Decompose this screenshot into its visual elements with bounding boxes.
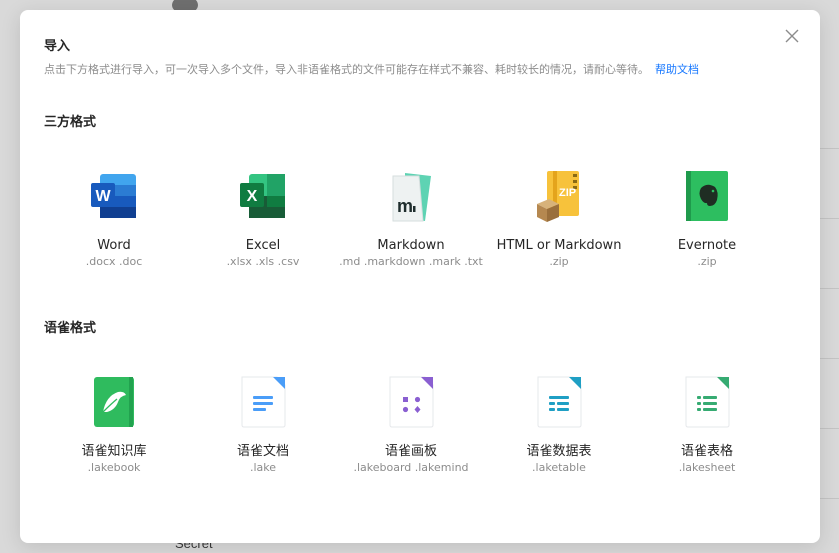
item-name: Word	[97, 238, 131, 253]
lakesheet-icon	[677, 372, 737, 432]
import-word[interactable]: W Word .docx .doc	[39, 166, 189, 268]
item-ext: .zip	[549, 255, 569, 268]
item-name: 语雀画板	[384, 444, 437, 459]
item-name: Excel	[245, 238, 281, 253]
description-text: 点击下方格式进行导入，可一次导入多个文件，导入非语雀格式的文件可能存在样式不兼容…	[44, 63, 649, 76]
help-doc-link[interactable]: 帮助文档	[655, 63, 699, 76]
item-ext: .xlsx .xls .csv	[226, 255, 300, 268]
item-name: HTML or Markdown	[496, 238, 622, 253]
dialog-title: 导入	[44, 39, 71, 54]
background-divider	[819, 428, 839, 429]
excel-icon: X	[233, 166, 293, 226]
item-name: 语雀知识库	[81, 444, 147, 459]
item-ext: .lake	[249, 461, 277, 474]
import-dialog: 导入 点击下方格式进行导入，可一次导入多个文件，导入非语雀格式的文件可能存在样式…	[20, 10, 820, 543]
close-icon[interactable]	[784, 28, 800, 44]
svg-text:W: W	[95, 188, 111, 205]
zip-icon: ZIP	[529, 166, 589, 226]
import-excel[interactable]: X Excel .xlsx .xls .csv	[188, 166, 338, 268]
item-ext: .lakeboard .lakemind	[353, 461, 469, 474]
item-ext: .lakesheet	[678, 461, 736, 474]
laketable-icon	[529, 372, 589, 432]
item-ext: .laketable	[532, 461, 586, 474]
item-name: Evernote	[677, 238, 737, 253]
lakeboard-icon	[381, 372, 441, 432]
lakebook-icon	[84, 372, 144, 432]
import-lakesheet[interactable]: 语雀表格 .lakesheet	[632, 372, 782, 474]
item-ext: .lakebook	[87, 461, 141, 474]
item-name: 语雀数据表	[526, 444, 592, 459]
import-lakebook[interactable]: 语雀知识库 .lakebook	[39, 372, 189, 474]
import-laketable[interactable]: 语雀数据表 .laketable	[484, 372, 634, 474]
item-name: 语雀文档	[236, 444, 289, 459]
background-divider	[819, 288, 839, 289]
item-ext: .md .markdown .mark .txt	[339, 255, 483, 268]
item-name: 语雀表格	[680, 444, 733, 459]
lake-doc-icon	[233, 372, 293, 432]
import-evernote[interactable]: Evernote .zip	[632, 166, 782, 268]
markdown-icon: m	[381, 166, 441, 226]
import-markdown[interactable]: m Markdown .md .markdown .mark .txt	[336, 166, 486, 268]
import-lake-doc[interactable]: 语雀文档 .lake	[188, 372, 338, 474]
import-html-markdown[interactable]: ZIP HTML or Markdown .zip	[484, 166, 634, 268]
item-name: Markdown	[377, 238, 445, 253]
yuque-section-title: 语雀格式	[44, 321, 97, 336]
third-party-section-title: 三方格式	[44, 115, 97, 130]
background-divider	[819, 218, 839, 219]
word-icon: W	[84, 166, 144, 226]
dialog-description: 点击下方格式进行导入，可一次导入多个文件，导入非语雀格式的文件可能存在样式不兼容…	[44, 61, 699, 77]
item-ext: .zip	[697, 255, 717, 268]
background-divider	[819, 358, 839, 359]
svg-text:m: m	[397, 196, 413, 216]
background-divider	[819, 498, 839, 499]
evernote-icon	[677, 166, 737, 226]
import-lakeboard[interactable]: 语雀画板 .lakeboard .lakemind	[336, 372, 486, 474]
svg-text:X: X	[247, 188, 258, 205]
svg-text:ZIP: ZIP	[559, 187, 576, 199]
background-divider	[819, 148, 839, 149]
item-ext: .docx .doc	[85, 255, 143, 268]
